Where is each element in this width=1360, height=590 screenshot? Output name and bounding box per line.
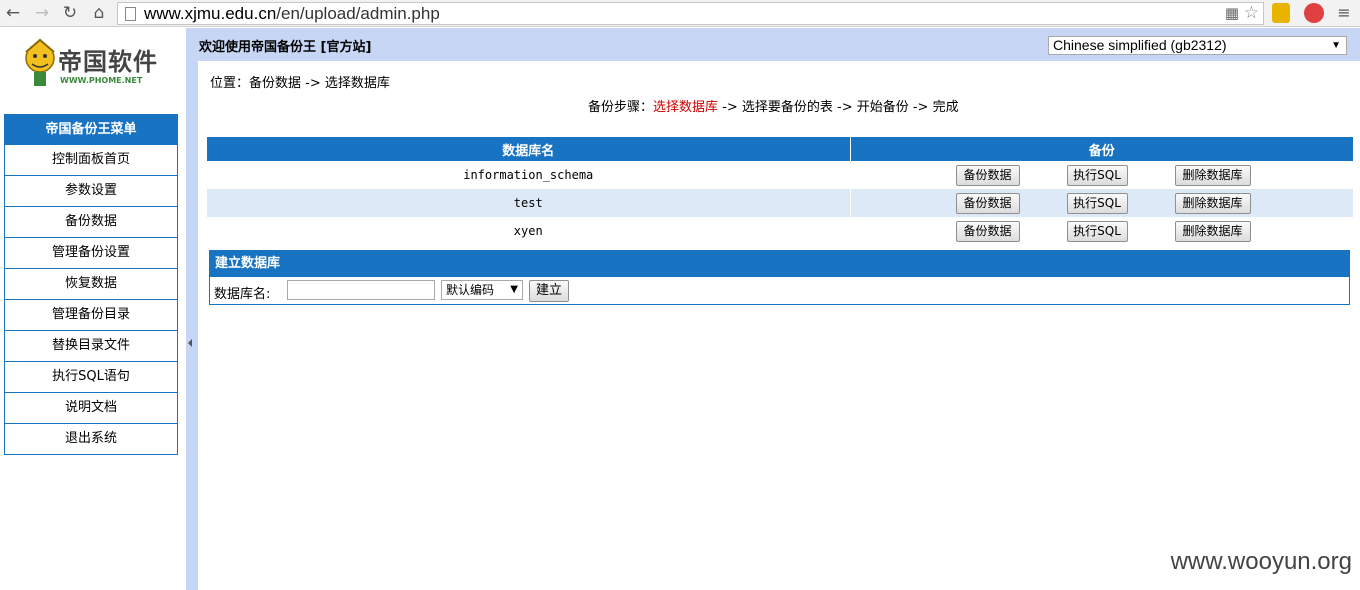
column-header-backup: 备份 xyxy=(850,137,1353,161)
database-name-label: 数据库名: xyxy=(214,287,271,302)
row-actions: 备份数据 执行SQL 删除数据库 xyxy=(850,161,1353,189)
page-icon xyxy=(125,7,136,21)
sidebar-item-replace-files[interactable]: 替换目录文件 xyxy=(4,331,178,362)
watermark: www.wooyun.org xyxy=(1170,548,1352,575)
sidebar-item-docs[interactable]: 说明文档 xyxy=(4,393,178,424)
database-name: information_schema xyxy=(207,161,851,189)
database-name: xyen xyxy=(207,217,851,245)
logo: 帝国软件 WWW.PHOME.NET xyxy=(18,34,168,96)
extension-shield-icon[interactable] xyxy=(1272,3,1290,23)
star-icon[interactable]: ☆ xyxy=(1244,3,1259,23)
frame-splitter[interactable] xyxy=(186,28,198,590)
collapse-arrow-icon[interactable] xyxy=(188,339,192,347)
database-name: test xyxy=(207,189,851,217)
back-arrow-icon[interactable]: ← xyxy=(3,3,23,23)
dropdown-arrow-icon: ▼ xyxy=(1331,40,1341,51)
home-icon[interactable]: ⌂ xyxy=(89,3,109,23)
sidebar-item-backup[interactable]: 备份数据 xyxy=(4,207,178,238)
menu-title: 帝国备份王菜单 xyxy=(4,114,178,145)
sidebar-menu: 帝国备份王菜单 控制面板首页 参数设置 备份数据 管理备份设置 恢复数据 管理备… xyxy=(4,114,178,455)
row-actions: 备份数据 执行SQL 删除数据库 xyxy=(850,189,1353,217)
extension-red-icon[interactable] xyxy=(1304,3,1324,23)
language-select-value: Chinese simplified (gb2312) xyxy=(1053,37,1227,53)
delete-database-button[interactable]: 删除数据库 xyxy=(1174,221,1251,242)
sidebar-item-control-panel[interactable]: 控制面板首页 xyxy=(4,145,178,176)
breadcrumb: 位置：备份数据 -> 选择数据库 xyxy=(210,76,390,91)
menu-icon[interactable]: ≡ xyxy=(1334,3,1354,23)
header-bar: 欢迎使用帝国备份王 [官方站] Chinese simplified (gb23… xyxy=(198,28,1360,61)
logo-text: 帝国软件 xyxy=(58,48,158,76)
logo-subtext: WWW.PHOME.NET xyxy=(60,76,143,85)
execute-sql-button[interactable]: 执行SQL xyxy=(1066,165,1128,186)
steps-prefix: 备份步骤： xyxy=(588,100,654,115)
charset-select-value: 默认编码 xyxy=(446,283,495,297)
language-select[interactable]: Chinese simplified (gb2312) ▼ xyxy=(1048,36,1347,55)
sidebar-item-manage-backup-dir[interactable]: 管理备份目录 xyxy=(4,300,178,331)
dropdown-arrow-icon: ▼ xyxy=(510,284,518,295)
sidebar-item-restore[interactable]: 恢复数据 xyxy=(4,269,178,300)
reload-icon[interactable]: ↻ xyxy=(60,3,80,23)
table-row: xyen 备份数据 执行SQL 删除数据库 xyxy=(207,217,1353,245)
database-table: 数据库名 备份 information_schema 备份数据 执行SQL 删除… xyxy=(207,137,1353,245)
create-database-title: 建立数据库 xyxy=(210,251,1349,277)
url-text: www.xjmu.edu.cn/en/upload/admin.php xyxy=(144,4,440,23)
charset-select[interactable]: 默认编码 ▼ xyxy=(441,280,523,300)
browser-toolbar: ← → ↻ ⌂ www.xjmu.edu.cn/en/upload/admin.… xyxy=(0,0,1360,27)
backup-data-button[interactable]: 备份数据 xyxy=(955,221,1020,242)
column-header-name: 数据库名 xyxy=(207,137,851,161)
backup-data-button[interactable]: 备份数据 xyxy=(955,165,1020,186)
row-actions: 备份数据 执行SQL 删除数据库 xyxy=(850,217,1353,245)
steps-rest: -> 选择要备份的表 -> 开始备份 -> 完成 xyxy=(718,100,959,115)
sidebar-item-manage-backup-settings[interactable]: 管理备份设置 xyxy=(4,238,178,269)
create-database-button[interactable]: 建立 xyxy=(529,280,569,302)
execute-sql-button[interactable]: 执行SQL xyxy=(1066,193,1128,214)
translate-icon[interactable]: ▦ xyxy=(1225,4,1239,22)
address-bar[interactable]: www.xjmu.edu.cn/en/upload/admin.php ▦ ☆ xyxy=(117,2,1264,25)
table-row: test 备份数据 执行SQL 删除数据库 xyxy=(207,189,1353,217)
database-name-input[interactable] xyxy=(287,280,435,300)
table-row: information_schema 备份数据 执行SQL 删除数据库 xyxy=(207,161,1353,189)
sidebar-item-settings[interactable]: 参数设置 xyxy=(4,176,178,207)
welcome-text: 欢迎使用帝国备份王 [官方站] xyxy=(199,40,372,55)
create-database-panel: 建立数据库 数据库名: 默认编码 ▼ 建立 xyxy=(209,250,1350,305)
delete-database-button[interactable]: 删除数据库 xyxy=(1174,193,1251,214)
delete-database-button[interactable]: 删除数据库 xyxy=(1174,165,1251,186)
table-header-row: 数据库名 备份 xyxy=(207,137,1353,161)
sidebar-item-execute-sql[interactable]: 执行SQL语句 xyxy=(4,362,178,393)
steps-current: 选择数据库 xyxy=(653,100,719,115)
sidebar-item-logout[interactable]: 退出系统 xyxy=(4,424,178,455)
sidebar: 帝国软件 WWW.PHOME.NET 帝国备份王菜单 控制面板首页 参数设置 备… xyxy=(0,28,186,590)
backup-steps: 备份步骤：选择数据库 -> 选择要备份的表 -> 开始备份 -> 完成 xyxy=(588,96,959,115)
backup-data-button[interactable]: 备份数据 xyxy=(955,193,1020,214)
forward-arrow-icon[interactable]: → xyxy=(32,3,52,23)
execute-sql-button[interactable]: 执行SQL xyxy=(1066,221,1128,242)
